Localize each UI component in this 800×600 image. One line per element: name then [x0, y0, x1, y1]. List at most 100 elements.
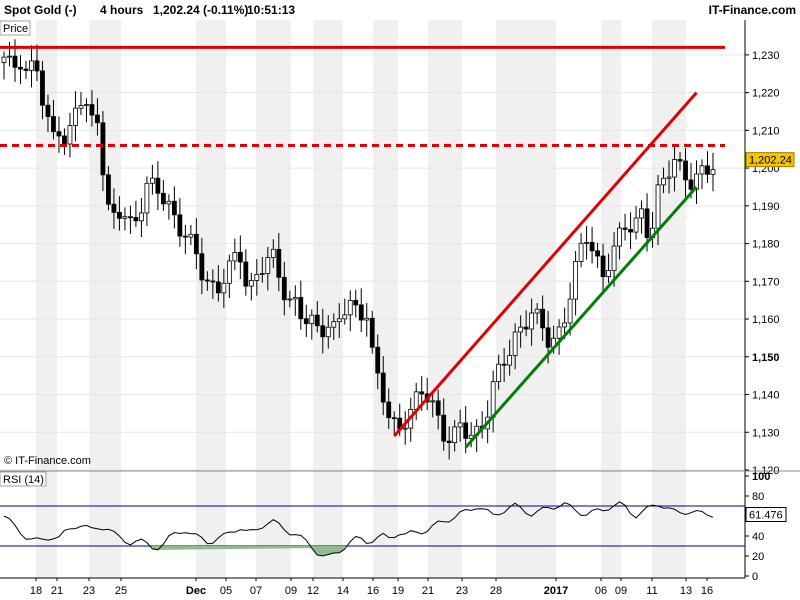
- candle-body: [111, 203, 117, 213]
- candle-body: [232, 251, 238, 262]
- x-tick-label: 16: [701, 585, 713, 597]
- candle-body: [259, 273, 265, 275]
- grid-band: [496, 20, 556, 578]
- chart-canvas: 1,1201,1301,1401,1501,1601,1701,1801,190…: [0, 20, 800, 597]
- candle-body: [364, 317, 370, 321]
- x-tick-label: 09: [285, 585, 297, 597]
- candle-body: [144, 182, 150, 214]
- candle-body: [67, 125, 73, 145]
- candle-body: [270, 248, 276, 258]
- candle-body: [523, 326, 529, 330]
- candle-body: [309, 314, 315, 325]
- candle-body: [688, 179, 694, 190]
- candle-body: [347, 299, 353, 316]
- candle-body: [501, 363, 507, 366]
- candle-body: [193, 233, 199, 255]
- candle-body: [490, 381, 496, 418]
- candle-body: [331, 321, 337, 328]
- x-tick-label: 28: [490, 585, 502, 597]
- candle-body: [386, 401, 392, 419]
- candle-body: [287, 298, 293, 301]
- candle-body: [160, 192, 166, 205]
- candle-body: [215, 281, 221, 294]
- x-tick-label: 23: [456, 585, 468, 597]
- candle-body: [567, 298, 573, 324]
- candle-body: [699, 165, 705, 175]
- candle-body: [336, 318, 342, 323]
- candle-body: [402, 427, 408, 430]
- candle-body: [540, 308, 546, 329]
- grid-band: [313, 20, 343, 578]
- candle-body: [413, 391, 419, 410]
- candle-body: [600, 255, 606, 278]
- candle-body: [122, 216, 128, 219]
- grid-band: [601, 20, 621, 578]
- candle-body: [128, 216, 133, 219]
- candle-body: [639, 208, 644, 219]
- watermark-text: © IT-Finance.com: [4, 455, 91, 467]
- candle-body: [710, 169, 716, 175]
- candle-body: [248, 280, 254, 287]
- candle-body: [611, 245, 617, 271]
- last-price-tag-label: 1,202.24: [749, 155, 792, 167]
- candle-body: [496, 363, 502, 383]
- price-tick-label: 1,180: [752, 239, 780, 251]
- grid-band: [373, 20, 398, 578]
- candle-body: [7, 55, 12, 58]
- candle-body: [463, 422, 469, 439]
- price-tick-label: 1,130: [752, 427, 780, 439]
- candle-body: [452, 426, 458, 444]
- candle-body: [589, 242, 595, 252]
- candle-body: [45, 104, 51, 117]
- price-tick-label: 1,170: [752, 276, 780, 288]
- candle-body: [672, 159, 677, 178]
- price-tick-label: 1,220: [752, 88, 780, 100]
- candle-body: [353, 299, 359, 306]
- candle-body: [56, 131, 62, 137]
- candle-body: [435, 400, 441, 416]
- candle-body: [677, 159, 683, 162]
- rsi-tick-label: 100: [752, 471, 770, 483]
- candle-body: [73, 107, 78, 126]
- candle-body: [303, 318, 309, 325]
- candle-body: [18, 66, 23, 70]
- price-tick-label: 1,230: [752, 50, 780, 62]
- price-panel-label: Price: [3, 23, 28, 35]
- candle-body: [457, 422, 463, 428]
- candle-body: [292, 297, 298, 300]
- candle-body: [375, 346, 381, 374]
- candle-body: [276, 248, 282, 278]
- candle-body: [171, 200, 177, 216]
- candle-body: [100, 122, 106, 176]
- candle-body: [622, 227, 628, 230]
- candle-body: [254, 274, 260, 281]
- candle-body: [430, 400, 436, 403]
- candle-body: [62, 135, 67, 145]
- candle-body: [281, 276, 287, 301]
- candle-body: [342, 314, 348, 320]
- candle-body: [529, 312, 535, 330]
- candle-body: [369, 317, 375, 348]
- candle-body: [507, 355, 513, 366]
- candle-body: [518, 326, 524, 333]
- x-tick-label: 14: [337, 585, 349, 597]
- x-tick-label: 21: [51, 585, 63, 597]
- candle-body: [40, 70, 45, 106]
- candle-body: [666, 176, 672, 179]
- candle-body: [298, 297, 304, 320]
- candle-body: [584, 242, 589, 244]
- x-tick-label: 23: [83, 585, 95, 597]
- candle-body: [106, 174, 111, 205]
- candle-body: [23, 68, 29, 71]
- candle-body: [644, 208, 650, 238]
- candle-body: [199, 253, 205, 281]
- candle-body: [606, 270, 611, 278]
- x-tick-label: 13: [680, 585, 692, 597]
- candle-body: [243, 261, 249, 287]
- candle-body: [534, 308, 540, 314]
- candle-body: [320, 325, 326, 338]
- x-tick-label: 12: [307, 585, 319, 597]
- candle-body: [661, 177, 666, 186]
- grid-band: [428, 20, 462, 578]
- x-tick-label: 18: [30, 585, 42, 597]
